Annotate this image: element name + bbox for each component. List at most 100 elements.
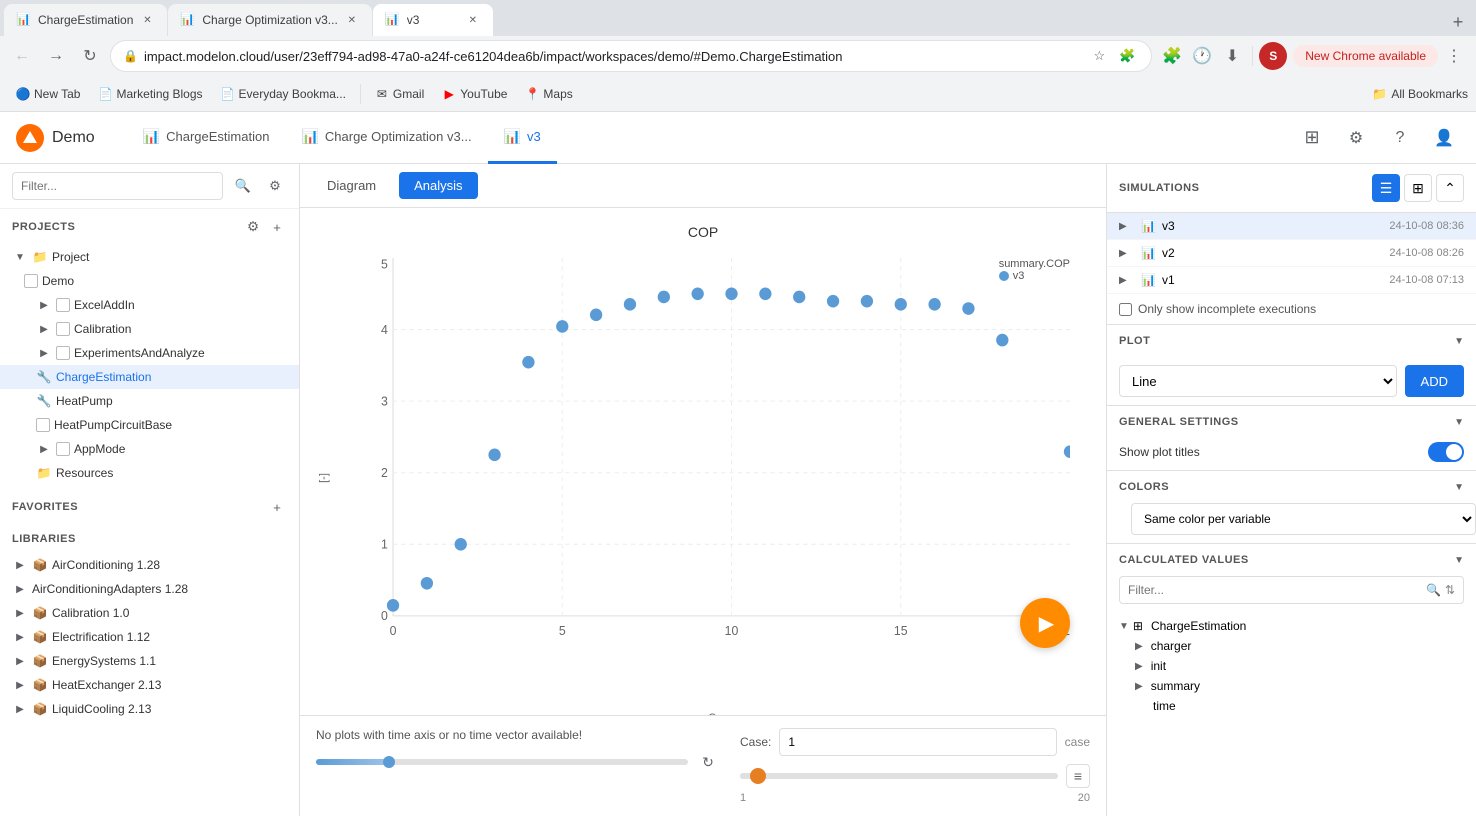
menu-button[interactable]: ⋮: [1440, 42, 1468, 70]
extensions-icon[interactable]: 🧩: [1115, 44, 1139, 68]
refresh-button[interactable]: ↻: [696, 750, 720, 774]
tree-heat-pump-circuit[interactable]: HeatPumpCircuitBase: [0, 413, 299, 437]
tree-experiments[interactable]: ▶ ExperimentsAndAnalyze: [0, 341, 299, 365]
tab-close-charge-optimization[interactable]: ✕: [344, 12, 360, 28]
app-mode-checkbox[interactable]: [56, 442, 70, 456]
library-hx[interactable]: ▶ 📦 HeatExchanger 2.13: [0, 673, 299, 697]
calc-summary[interactable]: ▶ summary: [1107, 676, 1476, 696]
tab-close-v3[interactable]: ✕: [465, 12, 481, 28]
favorites-section-header: FAVORITES +: [0, 489, 299, 525]
tree-project-root[interactable]: ▼ 📁 Project ⬇ ⬆ + 🗑: [0, 245, 299, 269]
help-icon-button[interactable]: ?: [1384, 122, 1416, 154]
sidebar-filter-input[interactable]: [12, 172, 223, 200]
sim-expand-button[interactable]: ⌃: [1436, 174, 1464, 202]
tree-excel[interactable]: ▶ ExcelAddIn: [0, 293, 299, 317]
sim-list-view-button[interactable]: ☰: [1372, 174, 1400, 202]
bookmark-star-icon[interactable]: ☆: [1087, 44, 1111, 68]
calc-time[interactable]: time: [1107, 696, 1476, 716]
plot-type-select[interactable]: Line: [1119, 365, 1397, 397]
settings-icon-button[interactable]: ⚙: [1340, 122, 1372, 154]
tree-app-mode[interactable]: ▶ AppMode: [0, 437, 299, 461]
project-expand-icon: ▼: [12, 249, 28, 265]
time-slider-thumb[interactable]: [383, 756, 395, 768]
library-ac[interactable]: ▶ 📦 AirConditioning 1.28: [0, 553, 299, 577]
ac-expand-icon: ▶: [12, 557, 28, 573]
tab-charge-estimation[interactable]: 📊 ChargeEstimation ✕: [4, 4, 167, 36]
notes-button[interactable]: ≡: [1066, 764, 1090, 788]
user-icon-button[interactable]: 👤: [1428, 122, 1460, 154]
forward-button[interactable]: →: [42, 42, 70, 70]
diagram-tab[interactable]: Diagram: [312, 172, 391, 199]
tree-heat-pump[interactable]: 🔧 HeatPump: [0, 389, 299, 413]
tree-calibration[interactable]: ▶ Calibration: [0, 317, 299, 341]
heat-pump-circuit-checkbox[interactable]: [36, 418, 50, 432]
case-slider-thumb[interactable]: [750, 768, 766, 784]
library-cal[interactable]: ▶ 📦 Calibration 1.0: [0, 601, 299, 625]
experiments-checkbox[interactable]: [56, 346, 70, 360]
all-bookmarks[interactable]: 📁 All Bookmarks: [1372, 87, 1468, 101]
calc-values-header[interactable]: CALCULATED VALUES ▼: [1107, 544, 1476, 576]
calc-sort-icon[interactable]: ⇅: [1445, 583, 1455, 597]
tab-v3[interactable]: 📊 v3 ✕: [373, 4, 493, 36]
calc-search-icon[interactable]: 🔍: [1426, 583, 1441, 597]
tree-resources[interactable]: 📁 Resources: [0, 461, 299, 485]
sim-grid-view-button[interactable]: ⊞: [1404, 174, 1432, 202]
calc-filter-input[interactable]: [1128, 583, 1422, 597]
library-energy[interactable]: ▶ 📦 EnergySystems 1.1: [0, 649, 299, 673]
add-plot-button[interactable]: ADD: [1405, 365, 1464, 397]
bookmark-new-tab[interactable]: 🔵 FAVORITES New Tab: [8, 83, 88, 105]
tab-charge-optimization-header[interactable]: 📊 Charge Optimization v3...: [285, 112, 487, 164]
plot-section-header[interactable]: PLOT ▼: [1107, 325, 1476, 357]
general-settings-header[interactable]: GENERAL SETTINGS ▼: [1107, 406, 1476, 438]
simulation-v1-row[interactable]: ▶ 📊 v1 24-10-08 07:13: [1107, 267, 1476, 294]
library-elec[interactable]: ▶ 📦 Electrification 1.12: [0, 625, 299, 649]
simulation-v3-row[interactable]: ▶ 📊 v3 24-10-08 08:36: [1107, 213, 1476, 240]
colors-select[interactable]: Same color per variable: [1131, 503, 1476, 535]
reload-button[interactable]: ↻: [76, 42, 104, 70]
library-lc[interactable]: ▶ 📦 LiquidCooling 2.13: [0, 697, 299, 721]
bookmark-maps[interactable]: 📍 Maps: [517, 83, 580, 105]
download-button[interactable]: ⬇: [1218, 42, 1246, 70]
tree-charge-estimation[interactable]: 🔧 ChargeEstimation: [0, 365, 299, 389]
tab-v3-header[interactable]: 📊 v3: [488, 112, 557, 164]
time-slider[interactable]: [316, 759, 688, 765]
calc-charger[interactable]: ▶ charger: [1107, 636, 1476, 656]
new-tab-button[interactable]: +: [1444, 8, 1472, 36]
extensions-button[interactable]: 🧩: [1158, 42, 1186, 70]
only-incomplete-checkbox[interactable]: [1119, 303, 1132, 316]
app-logo[interactable]: Demo: [16, 124, 95, 152]
bookmark-everyday[interactable]: 📄 Everyday Bookma...: [213, 83, 354, 105]
demo-checkbox[interactable]: [24, 274, 38, 288]
history-button[interactable]: 🕐: [1188, 42, 1216, 70]
library-aca[interactable]: ▶ AirConditioningAdapters 1.28: [0, 577, 299, 601]
excel-checkbox[interactable]: [56, 298, 70, 312]
projects-settings-button[interactable]: ⚙: [243, 217, 263, 237]
calibration-checkbox[interactable]: [56, 322, 70, 336]
colors-section-header[interactable]: COLORS ▼: [1107, 471, 1476, 503]
calc-init[interactable]: ▶ init: [1107, 656, 1476, 676]
search-icon[interactable]: 🔍: [231, 174, 255, 198]
projects-add-button[interactable]: +: [267, 217, 287, 237]
address-bar[interactable]: 🔒 impact.modelon.cloud/user/23eff794-ad9…: [110, 40, 1152, 72]
tab-charge-estimation-header[interactable]: 📊 ChargeEstimation: [127, 112, 286, 164]
new-chrome-button[interactable]: New Chrome available: [1293, 45, 1438, 67]
tab-right-icons: +: [1444, 8, 1472, 36]
case-input[interactable]: [779, 728, 1056, 756]
tree-demo[interactable]: Demo: [0, 269, 299, 293]
play-button[interactable]: ▶: [1020, 598, 1070, 648]
show-plot-titles-toggle[interactable]: [1428, 442, 1464, 462]
analysis-tab[interactable]: Analysis: [399, 172, 477, 199]
profile-avatar[interactable]: S: [1259, 42, 1287, 70]
simulation-v2-row[interactable]: ▶ 📊 v2 24-10-08 08:26: [1107, 240, 1476, 267]
bookmark-gmail[interactable]: ✉ Gmail: [367, 83, 432, 105]
favorites-add-button[interactable]: +: [267, 497, 287, 517]
tab-close-charge-estimation[interactable]: ✕: [139, 12, 155, 28]
calc-charge-estimation-root[interactable]: ▼ ⊞ ChargeEstimation: [1107, 616, 1476, 636]
bookmark-marketing[interactable]: 📄 Marketing Blogs: [90, 83, 210, 105]
filter-icon[interactable]: ⚙: [263, 174, 287, 198]
bookmark-youtube[interactable]: ▶ YouTube: [434, 83, 515, 105]
case-slider[interactable]: [740, 773, 1058, 779]
back-button[interactable]: ←: [8, 42, 36, 70]
tab-charge-optimization[interactable]: 📊 Charge Optimization v3... ✕: [168, 4, 371, 36]
grid-icon-button[interactable]: ⊞: [1296, 122, 1328, 154]
